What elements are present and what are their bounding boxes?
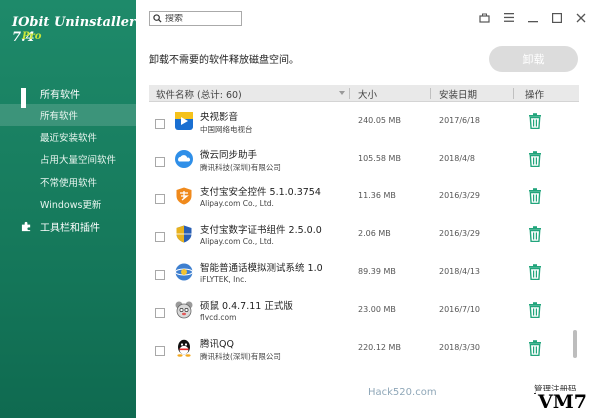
column-header-name[interactable]: 软件名称 (总计: 60) bbox=[156, 85, 242, 102]
app-publisher: Alipay.com Co., Ltd. bbox=[200, 237, 274, 246]
search-box[interactable] bbox=[149, 11, 242, 26]
app-install-date: 2016/3/29 bbox=[439, 229, 481, 238]
menu-icon[interactable] bbox=[503, 12, 514, 23]
weiyun-icon bbox=[175, 150, 193, 168]
row-checkbox[interactable] bbox=[155, 232, 165, 242]
app-size: 11.36 MB bbox=[358, 191, 396, 200]
sidebar-item-large-programs[interactable]: 占用大量空间软件 bbox=[0, 148, 136, 170]
row-checkbox[interactable] bbox=[155, 194, 165, 204]
sidebar-item-all-software[interactable]: 所有软件 bbox=[0, 104, 136, 126]
main-panel: 卸载不需要的软件释放磁盘空间。 卸载 软件名称 (总计: 60) 大小 安装日期… bbox=[136, 0, 600, 418]
app-publisher: Alipay.com Co., Ltd. bbox=[200, 199, 274, 208]
row-checkbox[interactable] bbox=[155, 346, 165, 356]
window-controls bbox=[479, 12, 586, 23]
app-size: 220.12 MB bbox=[358, 343, 401, 352]
qq-icon bbox=[177, 339, 191, 357]
app-publisher: iFLYTEK, Inc. bbox=[200, 275, 247, 284]
close-icon[interactable] bbox=[575, 12, 586, 23]
maximize-icon[interactable] bbox=[551, 12, 562, 23]
uninstall-button[interactable]: 卸载 bbox=[489, 46, 578, 72]
table-row[interactable]: 硕鼠 0.4.7.11 正式版 flvcd.com 23.00 MB 2016/… bbox=[149, 293, 579, 331]
sidebar-item-windows-updates[interactable]: Windows更新 bbox=[0, 193, 136, 215]
app-name: 支付宝数字证书组件 2.5.0.0 bbox=[200, 225, 322, 236]
column-divider bbox=[430, 88, 431, 99]
trash-icon[interactable] bbox=[528, 151, 542, 167]
app-install-date: 2016/3/29 bbox=[439, 191, 481, 200]
sidebar-item-label: 占用大量空间软件 bbox=[40, 155, 117, 166]
page-subtitle: 卸载不需要的软件释放磁盘空间。 bbox=[149, 55, 299, 66]
trash-icon[interactable] bbox=[528, 188, 542, 204]
table-row[interactable]: 腾讯QQ 腾讯科技(深圳)有限公司 220.12 MB 2018/3/30 bbox=[149, 331, 579, 369]
cctv-icon bbox=[175, 112, 193, 130]
sidebar-item-label: 所有软件 bbox=[40, 111, 79, 122]
list-scrollbar[interactable] bbox=[573, 330, 577, 358]
row-checkbox[interactable] bbox=[155, 308, 165, 318]
row-checkbox[interactable] bbox=[155, 119, 165, 129]
puzzle-icon bbox=[21, 221, 31, 231]
sidebar-item-label: Windows更新 bbox=[40, 200, 102, 211]
alipay-icon bbox=[176, 187, 192, 205]
grid-icon bbox=[21, 87, 32, 108]
app-install-date: 2016/7/10 bbox=[439, 305, 481, 314]
sidebar-group-label: 工具栏和插件 bbox=[40, 222, 100, 234]
column-header-date[interactable]: 安装日期 bbox=[439, 85, 477, 102]
row-checkbox[interactable] bbox=[155, 157, 165, 167]
app-install-date: 2018/4/8 bbox=[439, 154, 475, 163]
app-edition: Pro bbox=[22, 31, 42, 42]
sidebar-item-recently-installed[interactable]: 最近安装软件 bbox=[0, 126, 136, 148]
table-row[interactable]: 微云同步助手 腾讯科技(深圳)有限公司 105.58 MB 2018/4/8 bbox=[149, 142, 579, 180]
trash-icon[interactable] bbox=[528, 264, 542, 280]
app-publisher: 腾讯科技(深圳)有限公司 bbox=[200, 163, 281, 172]
app-size: 89.39 MB bbox=[358, 267, 396, 276]
app-name: 智能普通话模拟测试系统 1.0 bbox=[200, 263, 323, 274]
sidebar-item-label: 不常使用软件 bbox=[40, 178, 98, 189]
app-name: 支付宝安全控件 5.1.0.3754 bbox=[200, 187, 321, 198]
app-size: 105.58 MB bbox=[358, 154, 401, 163]
sidebar: IObit Uninstaller 7.4 Pro 所有软件 所有软件 最近安装… bbox=[0, 0, 136, 418]
trash-icon[interactable] bbox=[528, 226, 542, 242]
app-publisher: flvcd.com bbox=[200, 313, 237, 322]
sidebar-item-label: 最近安装软件 bbox=[40, 133, 98, 144]
row-checkbox[interactable] bbox=[155, 270, 165, 280]
trash-icon[interactable] bbox=[528, 302, 542, 318]
sidebar-group-label: 所有软件 bbox=[40, 89, 80, 101]
sidebar-group-toolbars-plugins[interactable]: 工具栏和插件 bbox=[0, 216, 136, 236]
table-row[interactable]: 支付宝数字证书组件 2.5.0.0 Alipay.com Co., Ltd. 2… bbox=[149, 217, 579, 255]
app-name: 微云同步助手 bbox=[200, 150, 258, 161]
app-install-date: 2018/4/13 bbox=[439, 267, 481, 276]
table-row[interactable]: 智能普通话模拟测试系统 1.0 iFLYTEK, Inc. 89.39 MB 2… bbox=[149, 255, 579, 293]
search-icon bbox=[153, 14, 162, 23]
iflytek-icon bbox=[175, 263, 193, 281]
vm7-badge: VM7 bbox=[536, 391, 589, 413]
minimize-icon[interactable] bbox=[527, 12, 538, 23]
sidebar-group-all-software[interactable]: 所有软件 bbox=[0, 83, 136, 108]
app-name: 硕鼠 0.4.7.11 正式版 bbox=[200, 301, 293, 312]
app-size: 240.05 MB bbox=[358, 116, 401, 125]
column-header-size[interactable]: 大小 bbox=[358, 85, 377, 102]
app-install-date: 2018/3/30 bbox=[439, 343, 481, 352]
sort-arrow-icon bbox=[339, 91, 345, 95]
app-install-date: 2017/6/18 bbox=[439, 116, 481, 125]
search-input[interactable] bbox=[165, 13, 235, 24]
app-size: 2.06 MB bbox=[358, 229, 391, 238]
app-publisher: 腾讯科技(深圳)有限公司 bbox=[200, 352, 281, 361]
app-size: 23.00 MB bbox=[358, 305, 396, 314]
app-name: 腾讯QQ bbox=[200, 339, 234, 350]
shield-icon bbox=[176, 225, 192, 243]
trash-icon[interactable] bbox=[528, 340, 542, 356]
watermark-text: Hack520.com bbox=[368, 387, 437, 398]
mouse-icon bbox=[175, 301, 193, 319]
app-name: 央视影音 bbox=[200, 112, 239, 123]
app-publisher: 中国网络电视台 bbox=[200, 125, 253, 134]
trash-icon[interactable] bbox=[528, 113, 542, 129]
sidebar-item-infrequently-used[interactable]: 不常使用软件 bbox=[0, 171, 136, 193]
table-row[interactable]: 支付宝安全控件 5.1.0.3754 Alipay.com Co., Ltd. … bbox=[149, 179, 579, 217]
column-divider bbox=[513, 88, 514, 99]
table-header: 软件名称 (总计: 60) 大小 安装日期 操作 bbox=[149, 85, 579, 102]
table-row[interactable]: 央视影音 中国网络电视台 240.05 MB 2017/6/18 bbox=[149, 104, 579, 142]
column-divider bbox=[349, 88, 350, 99]
toolbox-icon[interactable] bbox=[479, 12, 490, 23]
column-header-action: 操作 bbox=[525, 89, 545, 101]
